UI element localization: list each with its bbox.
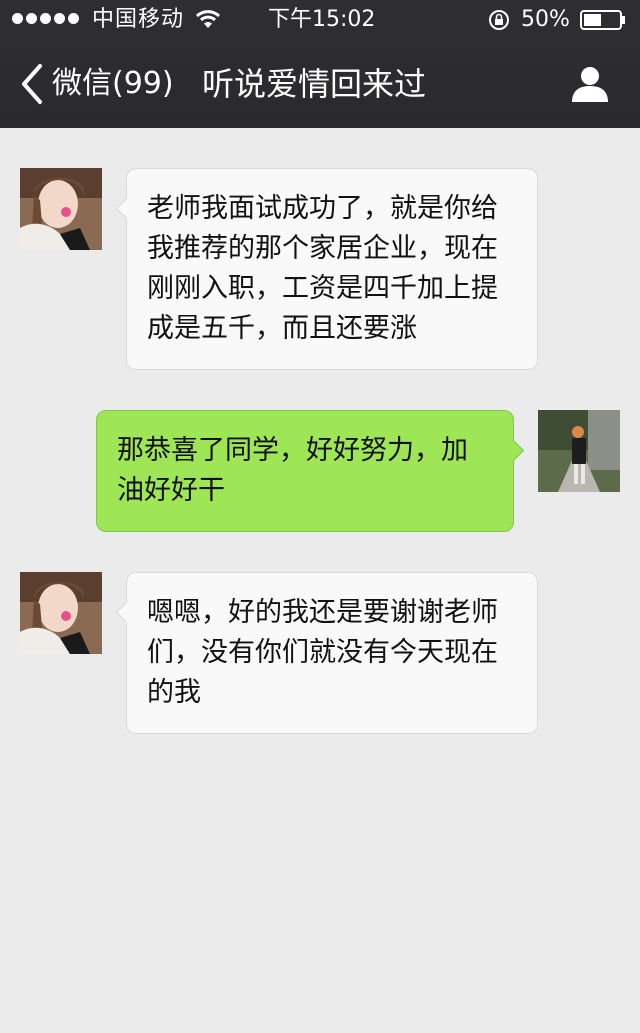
contact-avatar[interactable]	[20, 572, 102, 654]
message-bubble-incoming[interactable]: 嗯嗯，好的我还是要谢谢老师们，没有你们就没有今天现在的我	[115, 572, 538, 734]
bubble-tail	[115, 197, 138, 220]
bubble-tail	[115, 601, 138, 624]
rotation-lock-icon	[489, 10, 509, 30]
signal-strength-icon	[12, 13, 79, 24]
signal-dot	[54, 13, 65, 24]
message-bubble-outgoing[interactable]: 那恭喜了同学，好好努力，加油好好干	[96, 410, 525, 532]
top-bar: 中国移动 下午15:02 50% 微信(99) 听说爱情回来过	[0, 0, 640, 128]
status-bar: 中国移动 下午15:02 50%	[0, 0, 640, 40]
signal-dot	[12, 13, 23, 24]
message-text: 老师我面试成功了，就是你给我推荐的那个家居企业，现在刚刚入职，工资是四千加上提成…	[147, 193, 498, 344]
my-avatar[interactable]	[538, 410, 620, 492]
bubble-tail	[502, 439, 525, 462]
signal-dot	[40, 13, 51, 24]
wifi-icon	[195, 10, 221, 28]
message-text: 嗯嗯，好的我还是要谢谢老师们，没有你们就没有今天现在的我	[147, 597, 498, 708]
message-text: 那恭喜了同学，好好努力，加油好好干	[117, 435, 468, 506]
signal-dot	[26, 13, 37, 24]
battery-icon	[580, 10, 625, 30]
back-chevron-icon[interactable]	[18, 62, 46, 106]
signal-dot	[68, 13, 79, 24]
contact-avatar[interactable]	[20, 168, 102, 250]
carrier-name: 中国移动	[92, 7, 185, 32]
chat-title: 听说爱情回来过	[202, 65, 427, 103]
profile-icon[interactable]	[570, 64, 610, 104]
message-bubble-incoming[interactable]: 老师我面试成功了，就是你给我推荐的那个家居企业，现在刚刚入职，工资是四千加上提成…	[115, 168, 538, 370]
battery-percent: 50%	[521, 7, 570, 32]
back-button-label[interactable]: 微信(99)	[52, 64, 174, 104]
clock-time: 下午15:02	[268, 7, 376, 32]
